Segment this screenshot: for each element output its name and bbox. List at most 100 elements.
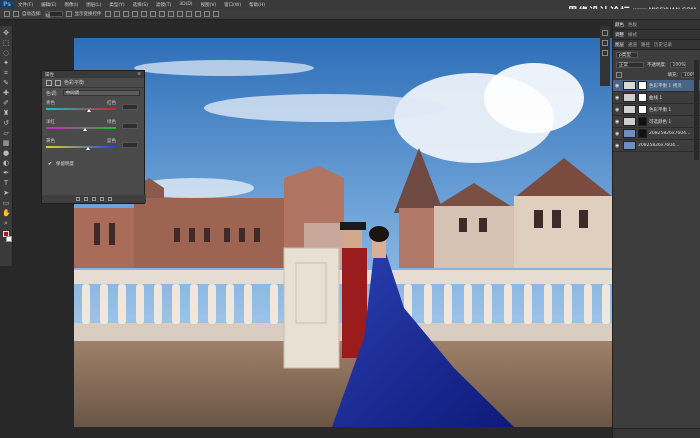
- layer-row[interactable]: ◉ 曲线 1: [613, 92, 700, 104]
- tab-channels[interactable]: 通道: [628, 42, 637, 48]
- eye-icon[interactable]: ◉: [615, 131, 621, 137]
- layer-row[interactable]: ◉ 20825826x7604...: [613, 128, 700, 140]
- distribute-right-icon[interactable]: [203, 11, 210, 17]
- tab-styles[interactable]: 样式: [628, 32, 637, 38]
- move-tool-preset-icon[interactable]: [4, 11, 10, 17]
- magic-wand-icon[interactable]: ✦: [2, 59, 10, 67]
- menu-image[interactable]: 图像(I): [60, 2, 82, 8]
- mask-thumbnail[interactable]: [638, 81, 647, 90]
- layer-row[interactable]: ◉ 可选颜色 1: [613, 116, 700, 128]
- history-brush-icon[interactable]: ↺: [2, 119, 10, 127]
- background-color-swatch[interactable]: [5, 236, 12, 242]
- tone-dropdown[interactable]: 中间调: [62, 90, 140, 96]
- visibility-icon[interactable]: [100, 197, 104, 201]
- layer-name[interactable]: 色彩平衡 1 拷贝: [649, 83, 682, 89]
- align-middle-icon[interactable]: [113, 11, 120, 17]
- opacity-field[interactable]: 100%: [669, 62, 686, 68]
- menu-layer[interactable]: 图层(L): [82, 2, 105, 8]
- menu-view[interactable]: 视图(V): [197, 2, 221, 8]
- tab-adjustments[interactable]: 调整: [615, 32, 624, 38]
- view-previous-icon[interactable]: [84, 197, 88, 201]
- magenta-green-track[interactable]: [46, 127, 116, 129]
- menu-window[interactable]: 窗口(W): [220, 2, 245, 8]
- layer-name[interactable]: 20825826x7604...: [638, 143, 679, 148]
- layer-row[interactable]: ◉ 色彩平衡 1 拷贝: [613, 80, 700, 92]
- gradient-icon[interactable]: ▦: [2, 139, 10, 147]
- auto-select-checkbox[interactable]: [13, 11, 19, 17]
- preserve-luminosity-row[interactable]: ✔ 保留明度: [42, 155, 144, 173]
- slider-value-field[interactable]: [122, 123, 138, 129]
- tab-history[interactable]: 历史记录: [654, 42, 672, 48]
- align-bottom-icon[interactable]: [122, 11, 129, 17]
- document-canvas[interactable]: [74, 38, 612, 427]
- distribute-left-icon[interactable]: [185, 11, 192, 17]
- mask-thumbnail[interactable]: [638, 105, 647, 114]
- menu-3d[interactable]: 3D(D): [175, 2, 196, 7]
- crop-icon[interactable]: ⌗: [2, 69, 10, 77]
- menu-edit[interactable]: 编辑(E): [37, 2, 60, 8]
- dodge-icon[interactable]: ◐: [2, 159, 10, 167]
- distribute-top-icon[interactable]: [158, 11, 165, 17]
- layer-name[interactable]: 可选颜色 1: [649, 119, 671, 125]
- layer-name[interactable]: 色彩平衡 1: [649, 107, 671, 113]
- slider-value-field[interactable]: [122, 142, 138, 148]
- menu-filter[interactable]: 滤镜(T): [152, 2, 175, 8]
- auto-select-dropdown[interactable]: 组: [44, 11, 63, 19]
- layer-kind-filter[interactable]: ρ类型: [616, 52, 638, 58]
- reset-icon[interactable]: [92, 197, 96, 201]
- mask-thumbnail[interactable]: [638, 117, 647, 126]
- heal-icon[interactable]: ✚: [2, 89, 10, 97]
- eye-icon[interactable]: ◉: [615, 95, 621, 101]
- distribute-center-icon[interactable]: [194, 11, 201, 17]
- menu-type[interactable]: 类型(Y): [105, 2, 128, 8]
- show-transform-checkbox[interactable]: [65, 11, 72, 17]
- slider-value-field[interactable]: [122, 104, 138, 110]
- info-panel-icon[interactable]: [602, 50, 608, 56]
- 3d-mode-icon[interactable]: [212, 11, 219, 17]
- eye-icon[interactable]: ◉: [615, 143, 621, 149]
- eye-icon[interactable]: ◉: [615, 83, 621, 89]
- blend-mode-dropdown[interactable]: 正常: [616, 62, 644, 68]
- brush-icon[interactable]: ✐: [2, 99, 10, 107]
- yellow-blue-track[interactable]: [46, 146, 116, 148]
- tab-paths[interactable]: 路径: [641, 42, 650, 48]
- eraser-icon[interactable]: ▱: [2, 129, 10, 137]
- blur-icon[interactable]: ●: [2, 149, 10, 157]
- tab-swatches[interactable]: 色板: [628, 22, 637, 28]
- lasso-icon[interactable]: ◌: [2, 49, 10, 57]
- hand-icon[interactable]: ✋: [2, 209, 11, 217]
- menu-help[interactable]: 帮助(H): [245, 2, 269, 8]
- type-icon[interactable]: T: [2, 179, 10, 187]
- zoom-icon[interactable]: ⌕: [2, 219, 10, 227]
- properties-panel-icon[interactable]: [602, 40, 608, 46]
- cyan-red-track[interactable]: [46, 108, 116, 110]
- shape-icon[interactable]: ▭: [2, 199, 10, 207]
- distribute-bottom-icon[interactable]: [176, 11, 183, 17]
- layer-row[interactable]: ◉ 色彩平衡 1: [613, 104, 700, 116]
- clip-to-layer-icon[interactable]: [76, 197, 80, 201]
- delete-icon[interactable]: [108, 197, 112, 201]
- eyedropper-icon[interactable]: ✎: [2, 79, 10, 87]
- layer-name[interactable]: 20825826x7604...: [649, 131, 690, 136]
- slider-thumb[interactable]: [87, 109, 92, 112]
- panel-menu-icon[interactable]: ≡: [137, 72, 141, 77]
- menu-file[interactable]: 文件(F): [14, 2, 37, 8]
- tab-layers[interactable]: 图层: [615, 42, 624, 48]
- history-panel-icon[interactable]: [602, 30, 608, 36]
- align-right-icon[interactable]: [149, 11, 156, 17]
- eye-icon[interactable]: ◉: [615, 119, 621, 125]
- align-top-icon[interactable]: [104, 11, 111, 17]
- layer-row[interactable]: ◉ 20825826x7604...: [613, 140, 700, 152]
- checkmark-icon[interactable]: ✔: [48, 161, 53, 167]
- marquee-icon[interactable]: ⬚: [2, 39, 10, 47]
- menu-select[interactable]: 选择(S): [129, 2, 152, 8]
- slider-thumb[interactable]: [86, 147, 90, 150]
- stamp-icon[interactable]: ♜: [2, 109, 10, 117]
- distribute-middle-icon[interactable]: [167, 11, 174, 17]
- eye-icon[interactable]: ◉: [615, 107, 621, 113]
- tab-color[interactable]: 颜色: [615, 22, 624, 28]
- mask-thumbnail[interactable]: [638, 93, 647, 102]
- slider-thumb[interactable]: [82, 128, 87, 131]
- mask-icon[interactable]: [55, 79, 61, 86]
- mask-thumbnail[interactable]: [638, 129, 647, 138]
